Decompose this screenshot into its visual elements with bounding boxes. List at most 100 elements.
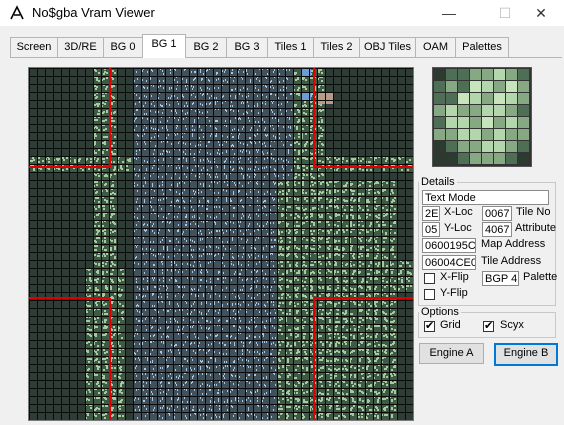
tab-tiles2[interactable]: Tiles 2 [313,37,360,57]
water-streak [273,135,274,137]
water-streak [201,303,202,305]
water-streak [281,103,282,105]
water-streak [171,264,172,266]
tab-screen[interactable]: Screen [10,37,58,57]
water-streak [218,247,219,249]
water-streak [153,279,154,281]
water-streak [243,206,244,208]
tab-tiles1[interactable]: Tiles 1 [267,37,314,57]
tab-oam[interactable]: OAM [415,37,456,57]
water-streak [179,158,180,160]
foliage-leaf [32,157,34,159]
water-streak [195,191,196,193]
water-streak [226,190,227,192]
bg-map-view[interactable] [28,67,414,421]
water-streak [209,327,210,329]
water-streak [270,320,271,322]
water-streak [145,230,146,232]
water-streak [251,319,252,321]
water-streak [169,408,170,410]
water-streak [246,399,247,401]
water-streak [177,406,178,408]
water-tile [237,92,245,100]
water-streak [190,401,191,403]
water-streak [182,233,183,235]
water-streak [254,281,255,283]
water-streak [166,285,167,287]
water-streak [136,256,137,258]
water-streak [234,289,235,291]
water-streak [255,304,256,306]
water-streak [243,149,244,151]
water-streak [194,389,195,391]
water-streak [174,216,175,218]
water-streak [216,384,217,386]
water-streak [152,185,153,187]
water-streak [191,369,192,371]
water-streak [246,193,247,195]
close-button[interactable]: ✕ [518,0,564,26]
tab-bg0[interactable]: BG 0 [103,37,143,57]
water-streak [135,397,136,399]
water-streak [225,79,226,81]
water-streak [251,142,252,144]
tab-bg3[interactable]: BG 3 [226,37,268,57]
water-streak [160,153,161,155]
water-streak [183,142,184,144]
water-streak [230,105,231,107]
water-streak [256,149,257,151]
water-streak [193,409,194,411]
water-streak [243,365,244,367]
water-streak [142,70,143,72]
tab-bg1[interactable]: BG 1 [142,34,186,58]
water-streak [171,377,172,379]
water-tile [205,188,213,196]
water-streak [166,359,167,361]
minimize-button[interactable]: — [426,0,472,26]
water-streak [224,373,225,375]
water-streak [195,96,196,98]
water-streak [152,167,153,169]
water-streak [152,393,153,395]
tab-obj-tiles[interactable]: OBJ Tiles [359,37,416,57]
water-streak [194,241,195,243]
water-tile [269,396,277,404]
water-streak [192,216,193,218]
water-streak [167,246,168,248]
water-streak [223,353,224,355]
tab-3d-re[interactable]: 3D/RE [57,37,104,57]
water-streak [195,110,196,112]
water-streak [191,206,192,208]
water-streak [257,381,258,383]
water-streak [158,199,159,201]
foliage-leaf [298,143,300,145]
water-streak [289,118,290,120]
foliage-leaf [113,142,115,144]
water-streak [215,360,216,362]
water-streak [264,393,265,395]
water-streak [267,134,268,136]
water-streak [146,397,147,399]
water-streak [257,400,258,402]
water-streak [210,374,211,376]
foliage-leaf [310,129,312,131]
water-streak [272,246,273,248]
water-streak [279,137,280,139]
water-streak [134,80,135,82]
water-streak [256,263,257,265]
water-streak [272,325,273,327]
water-streak [200,103,201,105]
water-streak [238,303,239,305]
foliage-leaf [90,161,92,163]
foliage-leaf [96,214,98,216]
water-streak [227,303,228,305]
bg-map-canvas[interactable] [29,68,413,420]
water-streak [152,361,153,363]
water-streak [162,189,163,191]
tab-palettes[interactable]: Palettes [455,37,509,57]
water-streak [266,135,267,137]
tab-bg2[interactable]: BG 2 [185,37,227,57]
water-streak [257,351,258,353]
water-streak [216,135,217,137]
foliage-leaf [104,229,106,231]
